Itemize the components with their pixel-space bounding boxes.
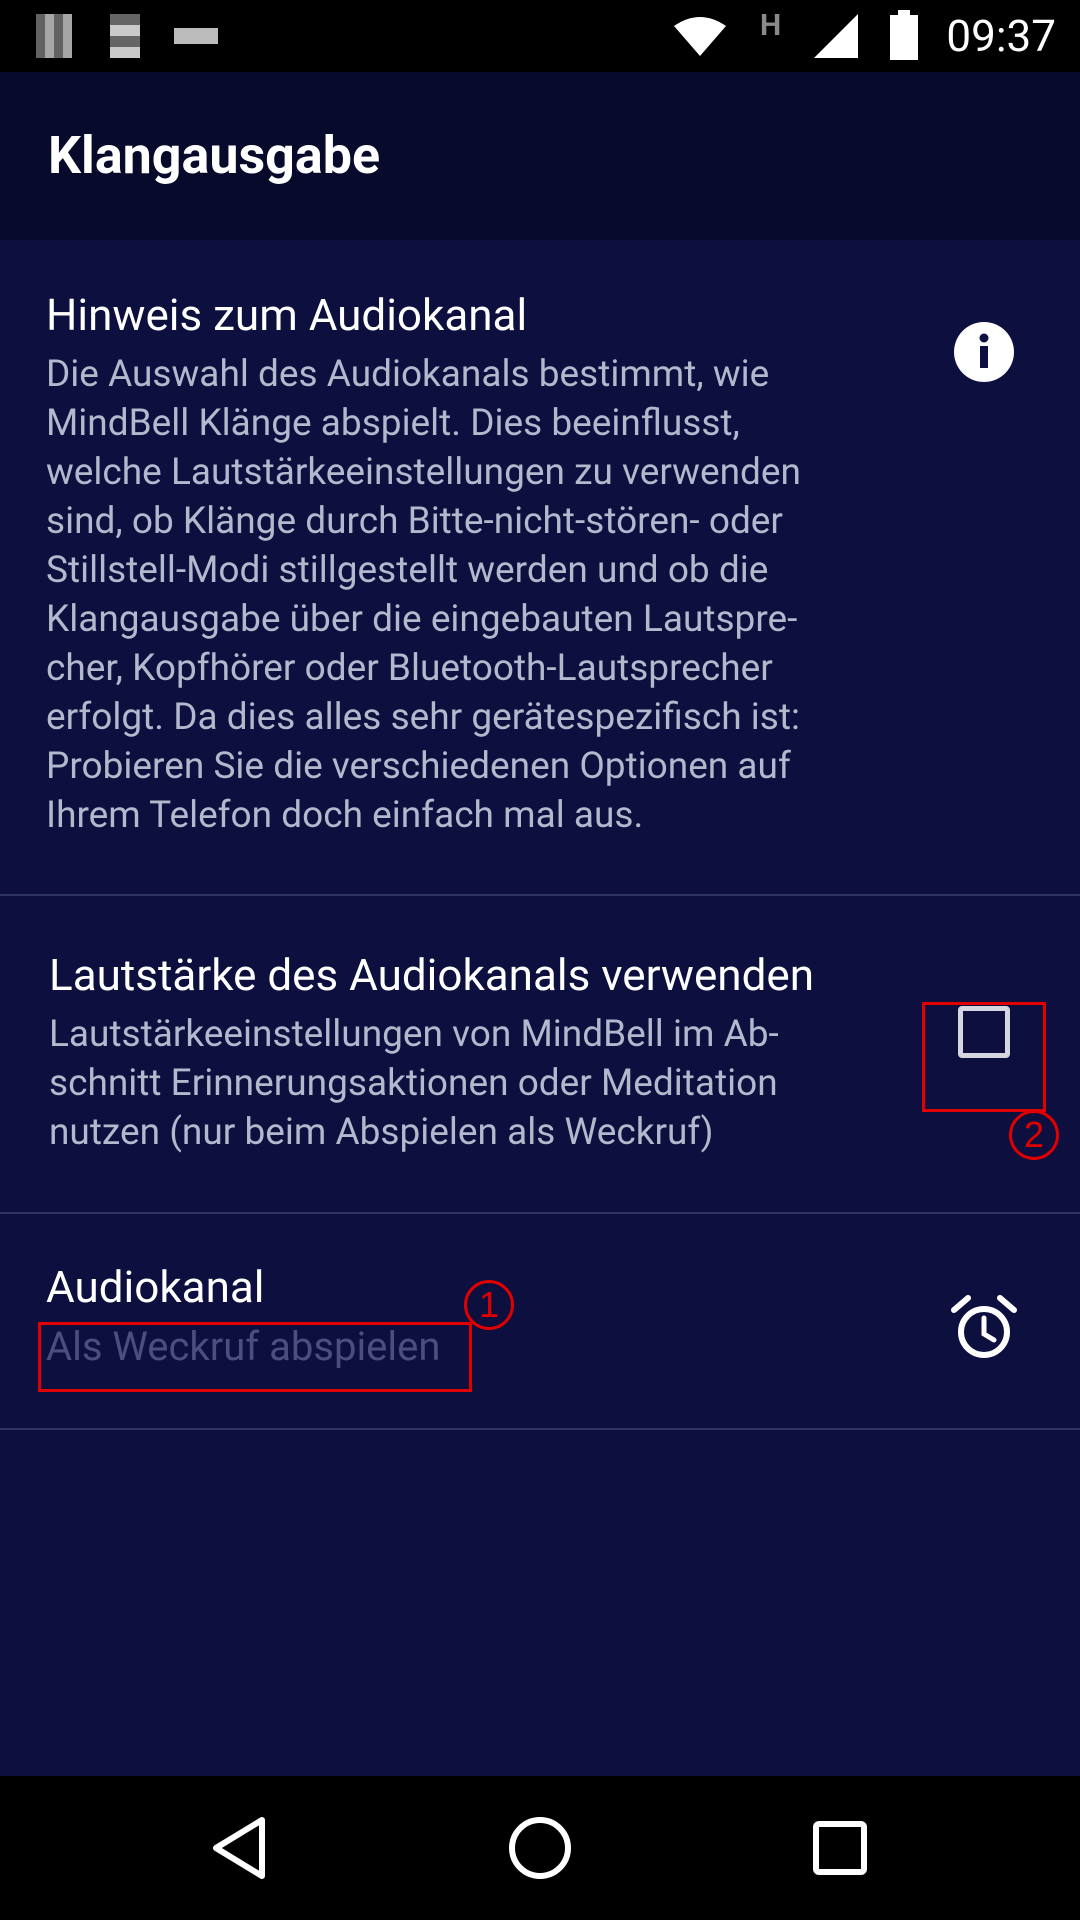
notification-icon-blurred [174,28,218,44]
home-icon[interactable] [504,1812,576,1884]
recents-icon[interactable] [804,1812,876,1884]
navigation-bar [0,1776,1080,1920]
pref-summary: Lautstärkeeinstellungen von MindBell im … [49,1013,779,1154]
annotation-label-1: 1 [464,1280,514,1330]
pref-title: Audiokanal [46,1261,265,1313]
pref-use-audio-channel-volume[interactable]: Lautstärke des Audiokanals verwenden Lau… [0,896,1080,1214]
alarm-clock-icon [951,1295,1017,1358]
pref-summary: Die Auswahl des Audiokanals bestimmt, wi… [46,353,801,837]
wifi-icon [674,17,726,56]
status-bar: H 09:37 [0,0,1080,72]
battery-icon [890,10,918,60]
status-time: 09:37 [946,10,1056,62]
back-icon[interactable] [206,1812,278,1884]
pref-title: Lautstärke des Audiokanals verwenden [49,949,815,1001]
notification-icon-blurred [110,14,140,58]
info-icon [954,322,1014,382]
pref-audio-channel-hint[interactable]: Hinweis zum Audiokanal Die Auswahl des A… [0,240,1080,896]
annotation-box-1 [38,1322,472,1392]
network-type-label: H [760,8,782,43]
page-title: Klangausgabe [48,125,381,186]
annotation-box-2 [922,1002,1046,1112]
app-bar: Klangausgabe [0,72,1080,240]
preferences-list: Hinweis zum Audiokanal Die Auswahl des A… [0,240,1080,1776]
notification-icon-blurred [36,14,72,58]
cellular-signal-icon [814,14,858,58]
pref-title: Hinweis zum Audiokanal [46,289,528,341]
annotation-label-2: 2 [1009,1110,1059,1160]
